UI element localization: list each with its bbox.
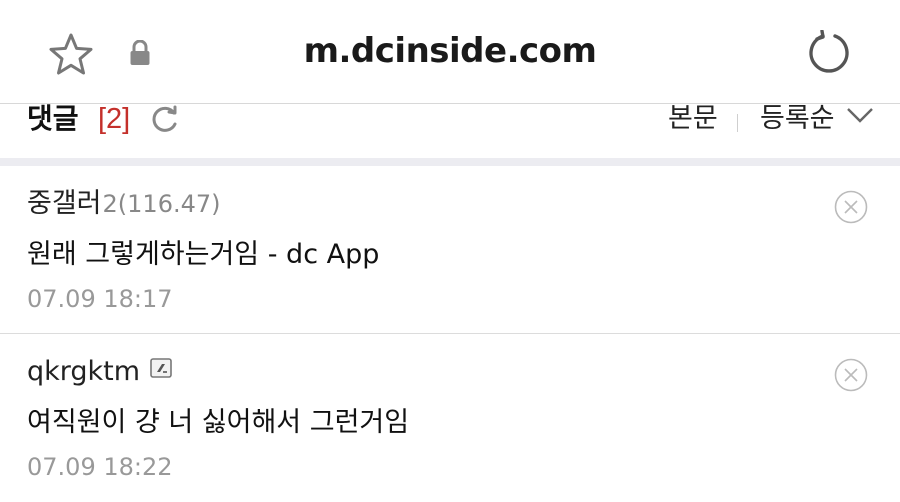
comment-author-ip: 2(116.47): [102, 190, 221, 218]
comment-text: 원래 그렇게하는거임 - dc App: [27, 239, 380, 270]
sort-select-label: 등록순: [760, 103, 835, 134]
sort-select[interactable]: 등록순: [748, 104, 876, 160]
browser-address-bar: m.dcinside.com: [0, 0, 900, 104]
comment-author-name: qkrgktm: [27, 356, 141, 387]
sort-body-button[interactable]: 본문: [668, 104, 718, 134]
reload-icon[interactable]: [806, 30, 852, 76]
comment-author[interactable]: qkrgktm: [27, 356, 172, 388]
comment-author-name: 중갤러: [27, 188, 102, 219]
delete-icon[interactable]: [834, 358, 868, 392]
comments-header: 댓글 [2] 본문 등록순: [0, 104, 900, 160]
comment-date: 07.09 18:17: [27, 285, 173, 313]
comment-author[interactable]: 중갤러2(116.47): [27, 188, 221, 220]
comment-item: qkrgktm 여직원이 걍 너 싫어해서 그런거임 07.09 18:22: [0, 334, 900, 502]
comment-date: 07.09 18:22: [27, 453, 173, 481]
chevron-down-icon: [847, 108, 873, 123]
section-divider: [0, 158, 900, 166]
comments-count: [2]: [98, 103, 131, 135]
comments-title: 댓글: [27, 102, 79, 135]
fixed-nick-icon: [150, 358, 172, 378]
delete-icon[interactable]: [834, 190, 868, 224]
sort-divider: [737, 114, 738, 132]
comment-item: 중갤러2(116.47) 원래 그렇게하는거임 - dc App 07.09 1…: [0, 166, 900, 334]
comment-text: 여직원이 걍 너 싫어해서 그런거임: [27, 407, 410, 438]
refresh-icon[interactable]: [151, 105, 179, 133]
url-field[interactable]: m.dcinside.com: [0, 31, 900, 71]
